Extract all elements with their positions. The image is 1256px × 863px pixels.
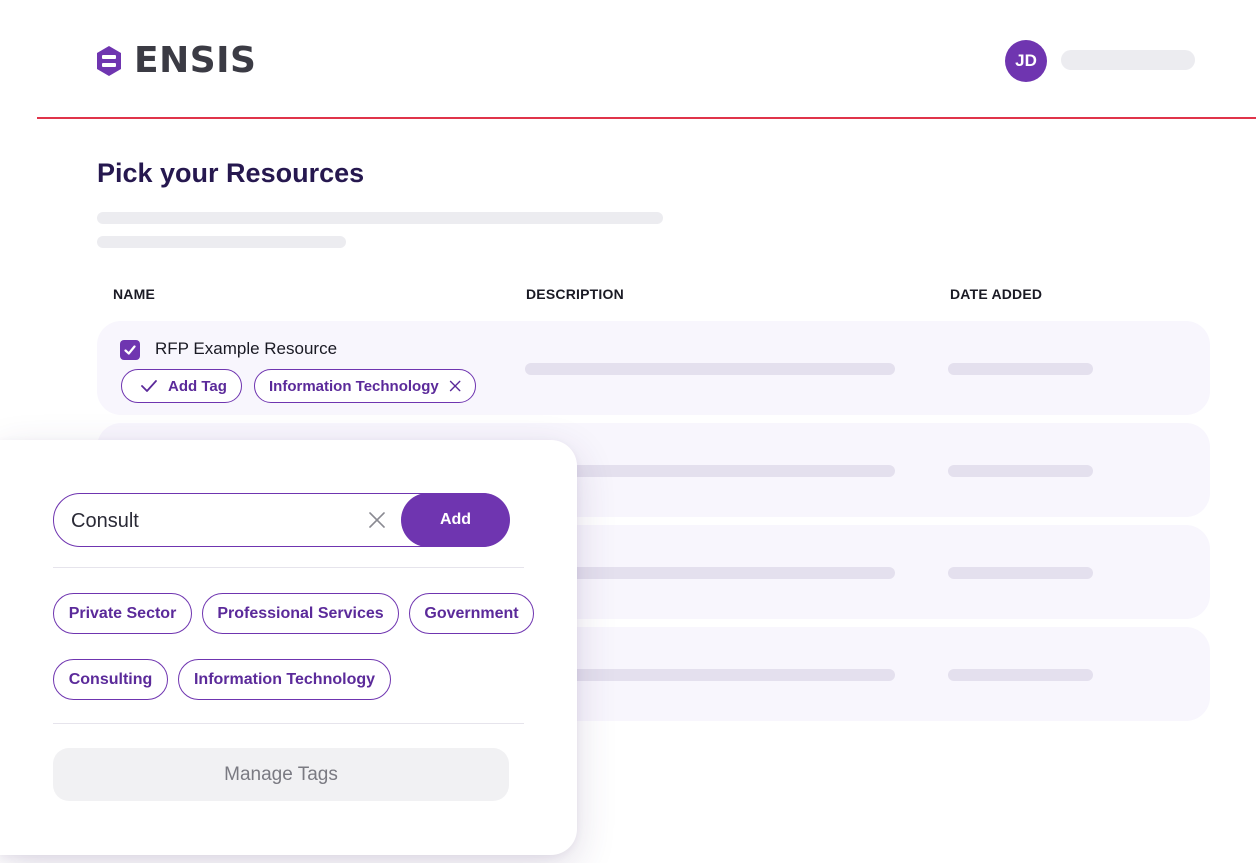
manage-tags-button[interactable]: Manage Tags <box>53 748 509 801</box>
date-placeholder <box>948 669 1093 681</box>
description-placeholder-line <box>97 212 663 224</box>
resource-name[interactable]: RFP Example Resource <box>155 339 337 359</box>
page-title: Pick your Resources <box>97 158 365 188</box>
user-avatar[interactable]: JD <box>1005 40 1047 82</box>
tag-search-input[interactable] <box>71 507 351 535</box>
tag-option[interactable]: Private Sector <box>53 593 192 634</box>
close-icon[interactable] <box>449 378 461 394</box>
brand-logo[interactable]: ENSIS <box>96 40 257 81</box>
tag-chip-information-technology[interactable]: Information Technology <box>254 369 476 403</box>
tag-search-box: Add <box>53 492 510 547</box>
column-header-date-added: DATE ADDED <box>950 286 1043 302</box>
date-placeholder <box>948 363 1093 375</box>
description-placeholder <box>525 669 895 681</box>
chip-label: Add Tag <box>168 377 227 395</box>
description-placeholder-line <box>97 236 346 248</box>
tag-option[interactable]: Information Technology <box>178 659 391 700</box>
description-placeholder <box>525 567 895 579</box>
divider <box>53 723 524 724</box>
column-header-description: DESCRIPTION <box>526 286 624 302</box>
tag-option[interactable]: Government <box>409 593 534 634</box>
add-tag-button[interactable]: Add <box>401 492 510 547</box>
avatar-initials: JD <box>1015 51 1037 70</box>
tag-picker-popup: Add Private Sector Professional Services… <box>0 440 577 855</box>
chip-label: Information Technology <box>269 377 439 395</box>
date-placeholder <box>948 465 1093 477</box>
header-divider <box>37 117 1256 119</box>
description-placeholder <box>525 363 895 375</box>
tag-option[interactable]: Professional Services <box>202 593 399 634</box>
tag-option[interactable]: Consulting <box>53 659 168 700</box>
column-header-name: NAME <box>113 286 156 302</box>
checkmark-icon <box>124 345 136 355</box>
divider <box>53 567 524 568</box>
user-name-placeholder <box>1061 50 1195 70</box>
date-placeholder <box>948 567 1093 579</box>
row-checkbox[interactable] <box>120 340 140 360</box>
brand-name: ENSIS <box>134 40 257 81</box>
description-placeholder <box>525 465 895 477</box>
logo-mark-icon <box>97 46 121 76</box>
table-row[interactable]: RFP Example Resource Add Tag Information… <box>97 321 1210 415</box>
check-icon <box>141 380 157 392</box>
clear-icon[interactable] <box>367 510 387 530</box>
add-tag-chip[interactable]: Add Tag <box>121 369 242 403</box>
